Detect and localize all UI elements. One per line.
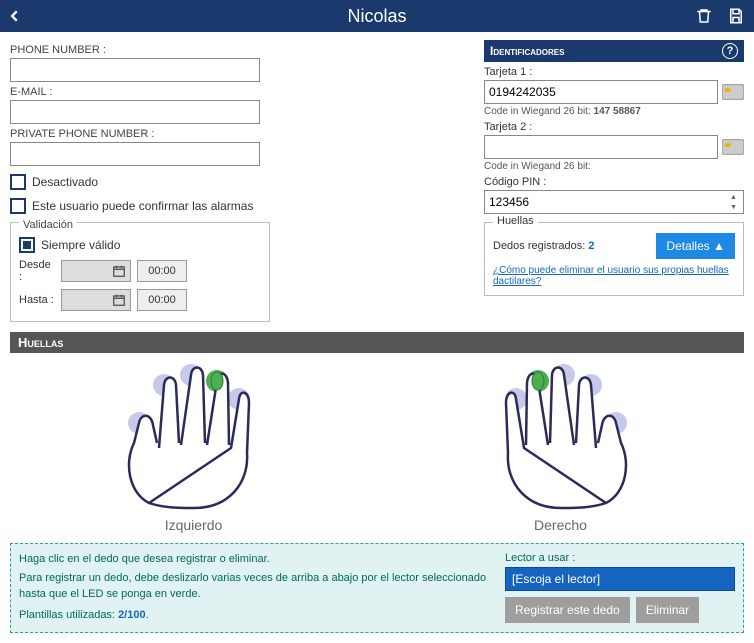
reader-select[interactable]: [Escoja el lector] [505, 567, 735, 591]
left-hand-label: Izquierdo [165, 517, 223, 533]
right-column: Identificadores ? Tarjeta 1 : Code in Wi… [484, 40, 744, 322]
register-finger-button[interactable]: Registrar este dedo [505, 597, 630, 623]
save-icon [727, 7, 745, 25]
top-bar: Nicolas [0, 0, 754, 32]
tarjeta1-input[interactable] [484, 80, 718, 104]
calendar-icon [112, 293, 126, 307]
calendar-icon [112, 264, 126, 278]
card-icon[interactable] [722, 84, 744, 100]
identifiers-title: Identificadores [490, 44, 564, 58]
instruction-line2: Para registrar un dedo, debe deslizarlo … [19, 571, 495, 602]
trash-icon [695, 7, 713, 25]
to-time-input[interactable]: 00:00 [137, 289, 187, 311]
tarjeta2-input[interactable] [484, 135, 718, 159]
validation-fieldset: Validación Siempre válido Desde : 00:00 … [10, 222, 270, 322]
chevron-left-icon [8, 9, 22, 23]
tarjeta2-label: Tarjeta 2 : [484, 121, 744, 133]
deactivated-label: Desactivado [32, 175, 98, 189]
to-label: Hasta : [19, 294, 55, 306]
back-button[interactable] [0, 1, 30, 31]
tarjeta1-hint: Code in Wiegand 26 bit: 147 58867 [484, 106, 744, 117]
deactivated-checkbox[interactable] [10, 174, 26, 190]
email-label: E-MAIL : [10, 86, 476, 98]
remove-own-prints-link[interactable]: ¿Cómo puede eliminar el usuario sus prop… [493, 265, 735, 287]
confirm-alarms-label: Este usuario puede confirmar las alarmas [32, 199, 253, 213]
tarjeta2-hint: Code in Wiegand 26 bit: [484, 161, 744, 172]
pin-input[interactable] [484, 190, 744, 214]
hands-area: Izquierdo Derecho [10, 353, 744, 543]
pin-stepper[interactable]: ▲▼ [730, 192, 742, 212]
fingerprints-section-header: Huellas [10, 332, 744, 353]
right-hand-label: Derecho [534, 517, 587, 533]
always-valid-label: Siempre válido [41, 238, 120, 252]
phone-label: PHONE NUMBER : [10, 44, 476, 56]
confirm-alarms-checkbox[interactable] [10, 198, 26, 214]
from-date-input[interactable] [61, 260, 131, 282]
left-hand [99, 363, 289, 513]
from-label: Desde : [19, 259, 55, 283]
fingerprints-panel: Huellas Dedos registrados: 2 Detalles ▲ … [484, 222, 744, 296]
email-input[interactable] [10, 100, 260, 124]
registered-fingers-text: Dedos registrados: 2 [493, 240, 595, 252]
tarjeta1-label: Tarjeta 1 : [484, 66, 744, 78]
identifiers-header: Identificadores ? [484, 40, 744, 62]
reader-label: Lector a usar : [505, 552, 735, 564]
page-title: Nicolas [0, 6, 754, 27]
validation-legend: Validación [19, 219, 77, 231]
private-phone-label: PRIVATE PHONE NUMBER : [10, 128, 476, 140]
right-hand [466, 363, 656, 513]
details-button[interactable]: Detalles ▲ [656, 233, 735, 259]
from-time-input[interactable]: 00:00 [137, 260, 187, 282]
private-phone-input[interactable] [10, 142, 260, 166]
save-button[interactable] [722, 2, 750, 30]
delete-button[interactable] [690, 2, 718, 30]
templates-used: Plantillas utilizadas: 2/100. [19, 608, 495, 623]
pin-label: Código PIN : [484, 176, 744, 188]
to-date-input[interactable] [61, 289, 131, 311]
instructions-box: Haga clic en el dedo que desea registrar… [10, 543, 744, 633]
help-icon[interactable]: ? [722, 43, 738, 59]
always-valid-checkbox[interactable] [19, 237, 35, 253]
fingerprints-legend: Huellas [493, 215, 538, 227]
phone-input[interactable] [10, 58, 260, 82]
delete-finger-button[interactable]: Eliminar [636, 597, 699, 623]
left-column: PHONE NUMBER : E-MAIL : PRIVATE PHONE NU… [10, 40, 476, 322]
card-icon[interactable] [722, 139, 744, 155]
instruction-line1: Haga clic en el dedo que desea registrar… [19, 552, 495, 567]
